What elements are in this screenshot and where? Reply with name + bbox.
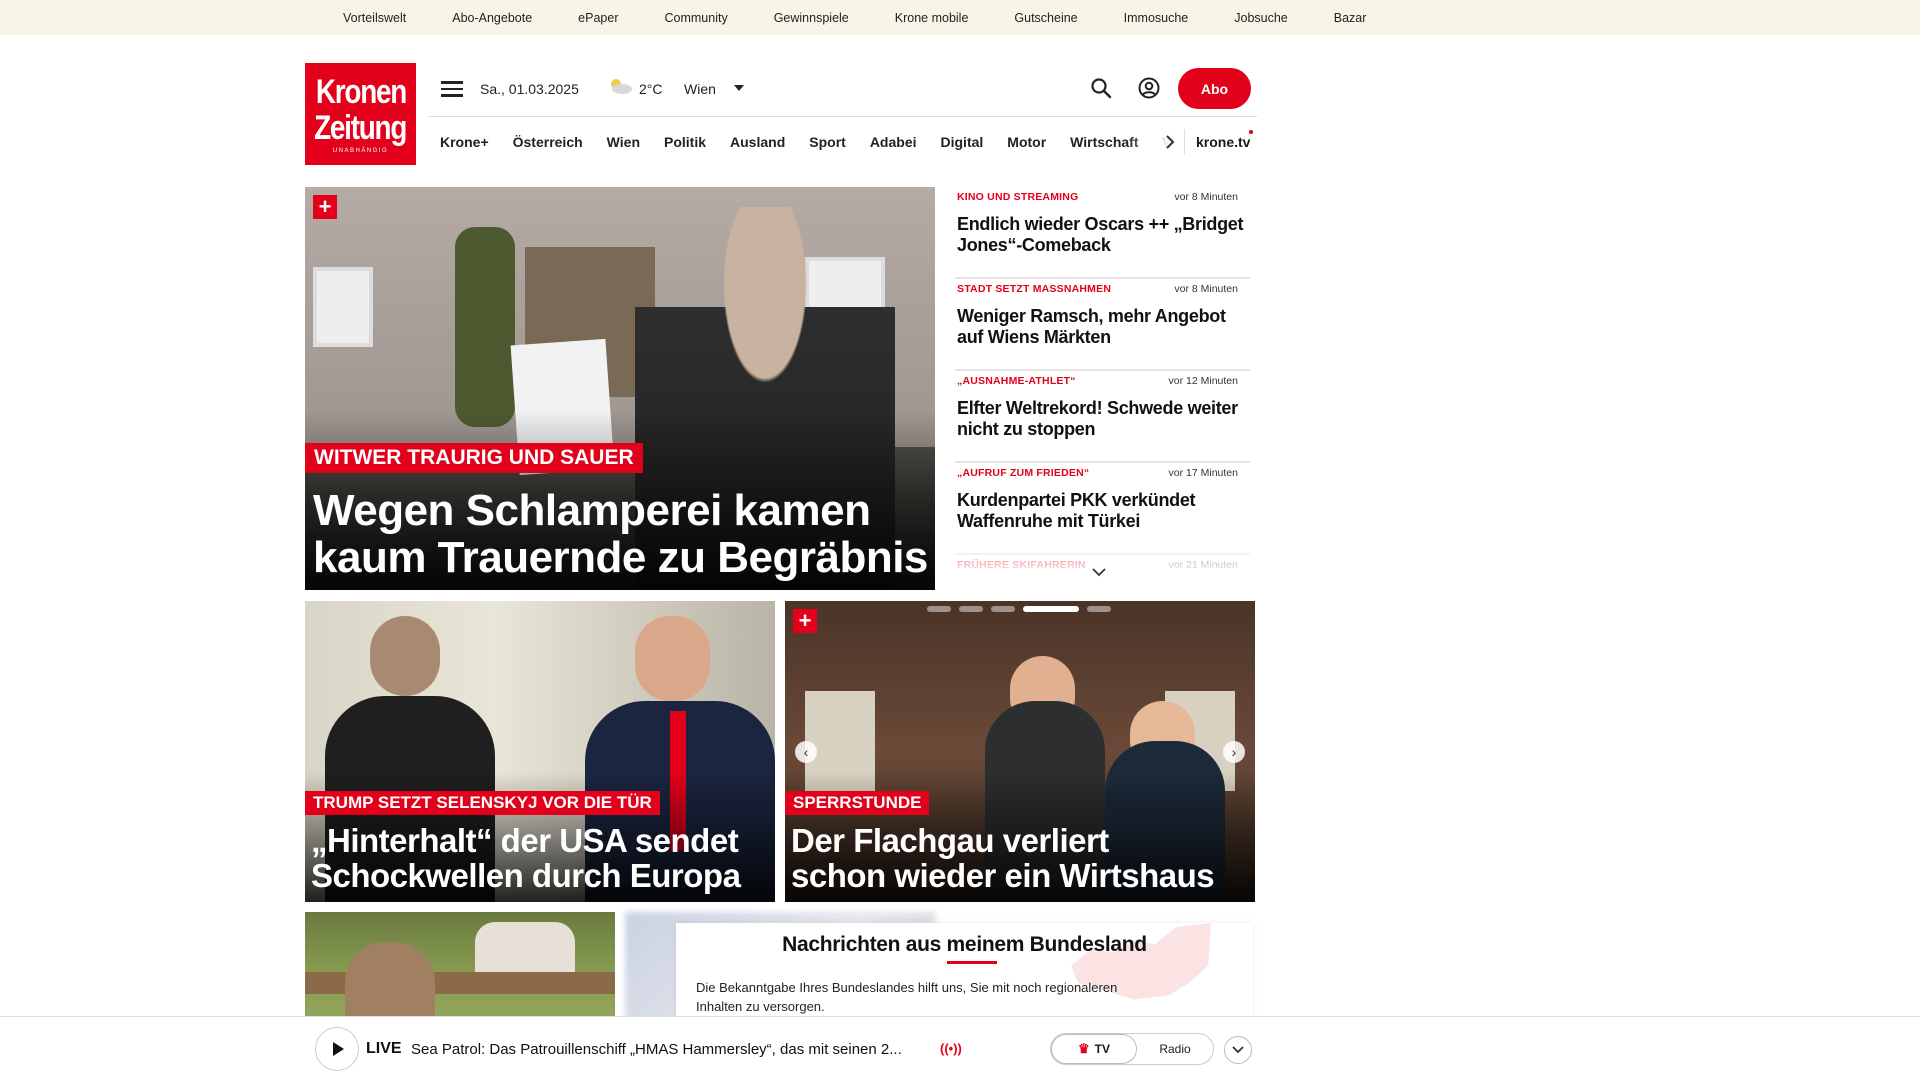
top-link[interactable]: Community	[664, 11, 727, 25]
region-panel-title: Nachrichten aus meinem Bundesland	[782, 933, 1147, 956]
top-link[interactable]: Abo-Angebote	[452, 11, 532, 25]
chevron-down-icon	[1232, 1046, 1244, 1054]
play-icon	[333, 1042, 344, 1056]
carousel-dot[interactable]	[1023, 606, 1079, 612]
hero-article[interactable]: + WITWER TRAURIG UND SAUER Wegen Schlamp…	[305, 187, 935, 590]
top-link[interactable]: Gewinnspiele	[774, 11, 849, 25]
hero-headline: Wegen Schlamperei kamen kaum Trauernde z…	[313, 486, 928, 583]
radio-toggle-option[interactable]: Radio	[1137, 1042, 1213, 1056]
news-title: Elfter Weltrekord! Schwede weiter nicht …	[957, 398, 1238, 440]
news-time: vor 12 Minuten	[1168, 375, 1238, 387]
news-kicker: „AUFRUF ZUM FRIEDEN“	[957, 467, 1090, 479]
news-title: Endlich wieder Oscars ++ „Bridget Jones“…	[957, 214, 1244, 256]
account-icon[interactable]	[1138, 77, 1160, 99]
news-list-item[interactable]: „AUSNAHME-ATHLET“ vor 12 Minuten Elfter We…	[955, 371, 1250, 463]
carousel-dot[interactable]	[959, 606, 983, 612]
krone-plus-icon: +	[793, 609, 817, 633]
news-title: Weniger Ramsch, mehr Angebot auf Wiens M…	[957, 306, 1226, 348]
card-headline: „Hinterhalt“ der USA sendet Schockwellen…	[311, 822, 741, 895]
nav-item[interactable]: Ausland	[730, 134, 785, 150]
krone-plus-icon: +	[313, 195, 337, 219]
article-card-trump-selenskyj[interactable]: TRUMP SETZT SELENSKYJ VOR DIE TÜR „Hinte…	[305, 601, 775, 902]
kronen-zeitung-logo[interactable]: Kronen Zeitung UNABHÄNGIG	[305, 63, 416, 165]
region-panel-text: Die Bekanntgabe Ihres Bundeslandes hilft…	[696, 980, 1118, 1014]
carousel-dot[interactable]	[927, 606, 951, 612]
news-time: vor 8 Minuten	[1174, 283, 1238, 295]
temperature: 2°C	[639, 81, 663, 97]
top-link[interactable]: Jobsuche	[1234, 11, 1288, 25]
chevron-down-icon[interactable]	[1092, 567, 1106, 577]
carousel-next-icon[interactable]: ›	[1223, 741, 1245, 763]
top-link[interactable]: Gutscheine	[1014, 11, 1077, 25]
latest-news-list: FRÜHERE SKIFAHRERINvor 21 Minuten„AUFRUF…	[955, 187, 1250, 587]
play-button[interactable]	[315, 1027, 359, 1071]
nav-item[interactable]: Sport	[809, 134, 846, 150]
menu-icon[interactable]	[441, 81, 463, 97]
abo-button[interactable]: Abo	[1178, 68, 1251, 109]
nav-item[interactable]: Österreich	[513, 134, 583, 150]
hero-kicker: WITWER TRAURIG UND SAUER	[305, 443, 643, 473]
live-player-bar: LIVE Sea Patrol: Das Patrouillenschiff „…	[0, 1016, 1920, 1080]
tv-radio-toggle[interactable]: ♛ TV Radio	[1050, 1033, 1214, 1065]
news-kicker: KINO UND STREAMING	[957, 191, 1079, 203]
current-date: Sa., 01.03.2025	[480, 81, 579, 97]
top-links-list: Vorteilswelt Abo-Angebote ePaper Community G…	[343, 0, 1412, 35]
top-link[interactable]: Bazar	[1334, 11, 1367, 25]
city-selector[interactable]: Wien	[684, 81, 716, 97]
news-list-item[interactable]: STADT SETZT MASSNAHMEN vor 8 Minuten Wenig…	[955, 279, 1250, 371]
logo-line1: Kronen	[315, 72, 406, 111]
carousel-dots[interactable]	[927, 606, 1111, 612]
news-time: vor 17 Minuten	[1168, 467, 1238, 479]
live-label: LIVE	[366, 1040, 402, 1057]
carousel-dot[interactable]	[1087, 606, 1111, 612]
live-indicator-dot	[1249, 130, 1253, 134]
nav-item[interactable]: Krone+	[440, 134, 489, 150]
news-title: Kurdenpartei PKK verkündet Waffenruhe mi…	[957, 490, 1196, 532]
partly-cloudy-icon	[611, 79, 632, 94]
logo-tagline: UNABHÄNGIG	[332, 147, 389, 154]
top-link[interactable]: Vorteilswelt	[343, 11, 406, 25]
top-link[interactable]: Krone mobile	[895, 11, 969, 25]
news-kicker: STADT SETZT MASSNAHMEN	[957, 283, 1112, 295]
nav-item[interactable]: Digital	[941, 134, 984, 150]
chevron-down-icon[interactable]	[734, 85, 744, 91]
main-navigation: Krone+ Österreich Wien Politik Ausland Sport A…	[428, 116, 1257, 167]
card-kicker: TRUMP SETZT SELENSKYJ VOR DIE TÜR	[305, 791, 660, 815]
player-title[interactable]: Sea Patrol: Das Patrouillenschiff „HMAS …	[411, 1041, 931, 1058]
search-icon[interactable]	[1090, 77, 1112, 99]
chevron-right-icon[interactable]	[1163, 135, 1177, 149]
top-utility-bar: Vorteilswelt Abo-Angebote ePaper Community G…	[0, 0, 1920, 35]
card-headline: Der Flachgau verliert schon wieder ein W…	[791, 822, 1215, 895]
news-time: vor 8 Minuten	[1174, 191, 1238, 203]
nav-items: Krone+ Österreich Wien Politik Ausland Sport A…	[440, 117, 1175, 167]
news-list-item[interactable]: KINO UND STREAMING vor 8 Minuten Endlich w…	[955, 187, 1250, 279]
logo-line2: Zeitung	[314, 108, 407, 147]
carousel-dot[interactable]	[991, 606, 1015, 612]
nav-item[interactable]: Adabei	[870, 134, 917, 150]
nav-item[interactable]: Politik	[664, 134, 706, 150]
news-kicker: „AUSNAHME-ATHLET“	[957, 375, 1076, 387]
tv-toggle-option[interactable]: ♛ TV	[1051, 1034, 1137, 1064]
nav-kronetv[interactable]: krone.tv	[1196, 134, 1250, 150]
top-link[interactable]: Immosuche	[1124, 11, 1189, 25]
nav-item[interactable]: Motor	[1007, 134, 1046, 150]
nav-item[interactable]: Wien	[607, 134, 640, 150]
carousel-prev-icon[interactable]: ‹	[795, 741, 817, 763]
card-kicker: SPERRSTUNDE	[785, 791, 930, 815]
article-card-carousel[interactable]: + ‹ › SPERRSTUNDE Der Flachgau verliert …	[785, 601, 1255, 902]
expand-player-button[interactable]	[1224, 1036, 1252, 1064]
top-link[interactable]: ePaper	[578, 11, 618, 25]
crown-icon: ♛	[1078, 1041, 1090, 1056]
broadcast-icon[interactable]: ((•))	[940, 1041, 962, 1056]
